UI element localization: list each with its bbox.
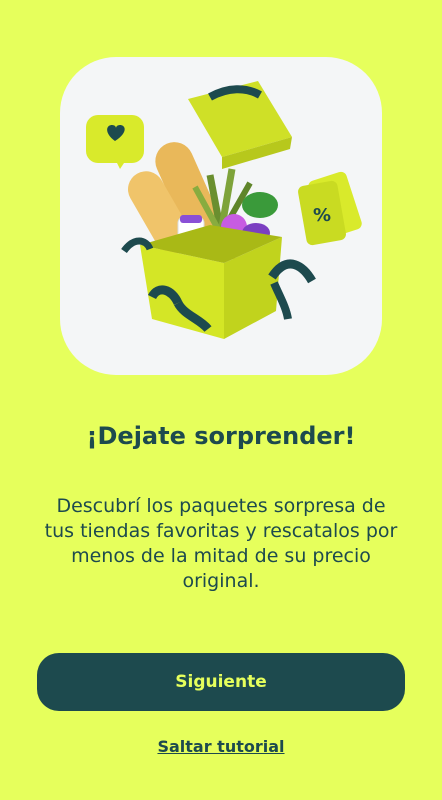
page-title: ¡Dejate sorprender! <box>86 422 356 450</box>
gift-box-illustration: % <box>86 81 362 339</box>
heart-bubble-icon <box>86 115 144 169</box>
coupon-icon: % <box>298 171 362 246</box>
description-text: Descubrí los paquetes sorpresa de tus ti… <box>44 495 398 592</box>
next-button[interactable]: Siguiente <box>37 653 405 711</box>
gift-box <box>121 225 316 339</box>
skip-tutorial-link[interactable]: Saltar tutorial <box>0 737 442 756</box>
illustration-card: % <box>60 57 382 375</box>
svg-text:%: % <box>313 205 331 226</box>
box-lid <box>188 81 292 169</box>
